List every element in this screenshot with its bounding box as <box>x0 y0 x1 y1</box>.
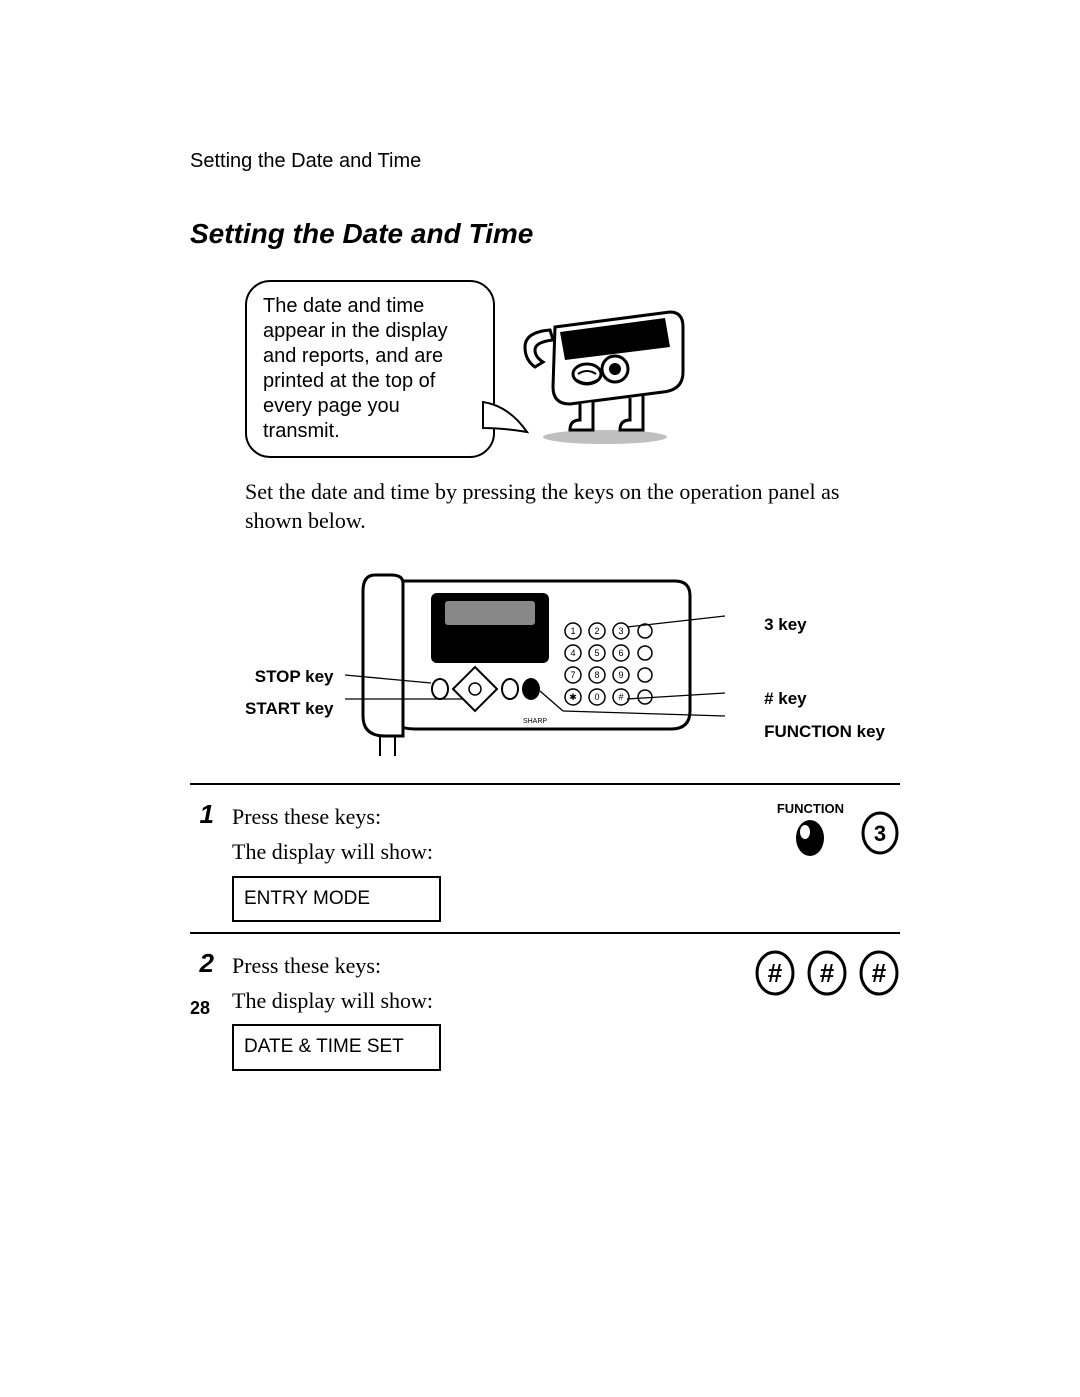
page-number: 28 <box>190 998 210 1019</box>
svg-text:SHARP: SHARP <box>523 718 547 725</box>
step-1: 1 Press these keys: The display will sho… <box>190 799 900 922</box>
step-press-text: Press these keys: <box>232 799 680 834</box>
start-key-label: START key <box>245 693 334 725</box>
svg-text:#: # <box>618 692 623 702</box>
svg-text:2: 2 <box>594 626 599 636</box>
section-title: Setting the Date and Time <box>190 218 900 250</box>
speech-bubble: The date and time appear in the display … <box>245 280 495 458</box>
svg-text:#: # <box>820 958 835 988</box>
svg-text:4: 4 <box>570 648 575 658</box>
svg-text:3: 3 <box>618 626 623 636</box>
step-show-text: The display will show: <box>232 834 680 869</box>
panel-left-labels: STOP key START key <box>245 661 334 726</box>
svg-text:5: 5 <box>594 648 599 658</box>
fax-panel-icon: 1 2 3 4 5 6 7 8 9 ✱ 0 # SHARP <box>345 561 725 761</box>
hash-key-icon: # <box>806 950 848 996</box>
digit-3-key-icon: 3 <box>860 811 900 855</box>
callout-row: The date and time appear in the display … <box>245 280 900 458</box>
function-key-button: FUNCTION <box>777 801 844 858</box>
svg-text:#: # <box>872 958 887 988</box>
step-press-text: Press these keys: <box>232 948 680 983</box>
hash-key-icon: # <box>858 950 900 996</box>
function-key-label: FUNCTION key <box>764 716 885 748</box>
svg-text:9: 9 <box>618 670 623 680</box>
step-show-text: The display will show: <box>232 983 680 1018</box>
operation-panel-figure: STOP key START key <box>245 561 885 761</box>
function-label: FUNCTION <box>777 801 844 816</box>
lcd-display-box: ENTRY MODE <box>232 876 441 922</box>
svg-text:6: 6 <box>618 648 623 658</box>
panel-right-labels: 3 key # key FUNCTION key <box>764 609 885 748</box>
fax-machine-cartoon-icon <box>515 292 695 447</box>
svg-text:0: 0 <box>594 692 599 702</box>
svg-text:3: 3 <box>874 821 886 846</box>
divider <box>190 932 900 934</box>
running-header: Setting the Date and Time <box>190 150 900 173</box>
step-number: 1 <box>190 799 214 922</box>
speech-bubble-tail-icon <box>481 398 531 438</box>
body-paragraph: Set the date and time by pressing the ke… <box>245 478 885 535</box>
callout-text: The date and time appear in the display … <box>263 295 448 442</box>
svg-text:✱: ✱ <box>569 692 577 702</box>
svg-text:#: # <box>768 958 783 988</box>
svg-text:7: 7 <box>570 670 575 680</box>
lcd-display-box: DATE & TIME SET <box>232 1024 441 1070</box>
svg-text:8: 8 <box>594 670 599 680</box>
stop-key-label: STOP key <box>245 661 334 693</box>
manual-page: Setting the Date and Time Setting the Da… <box>0 0 1080 1397</box>
divider <box>190 783 900 785</box>
svg-text:1: 1 <box>570 626 575 636</box>
hash-key-icon: # <box>754 950 796 996</box>
function-key-icon <box>793 818 827 858</box>
step-2: 2 Press these keys: The display will sho… <box>190 948 900 1071</box>
hash-key-label: # key <box>764 683 885 715</box>
three-key-label: 3 key <box>764 609 885 641</box>
